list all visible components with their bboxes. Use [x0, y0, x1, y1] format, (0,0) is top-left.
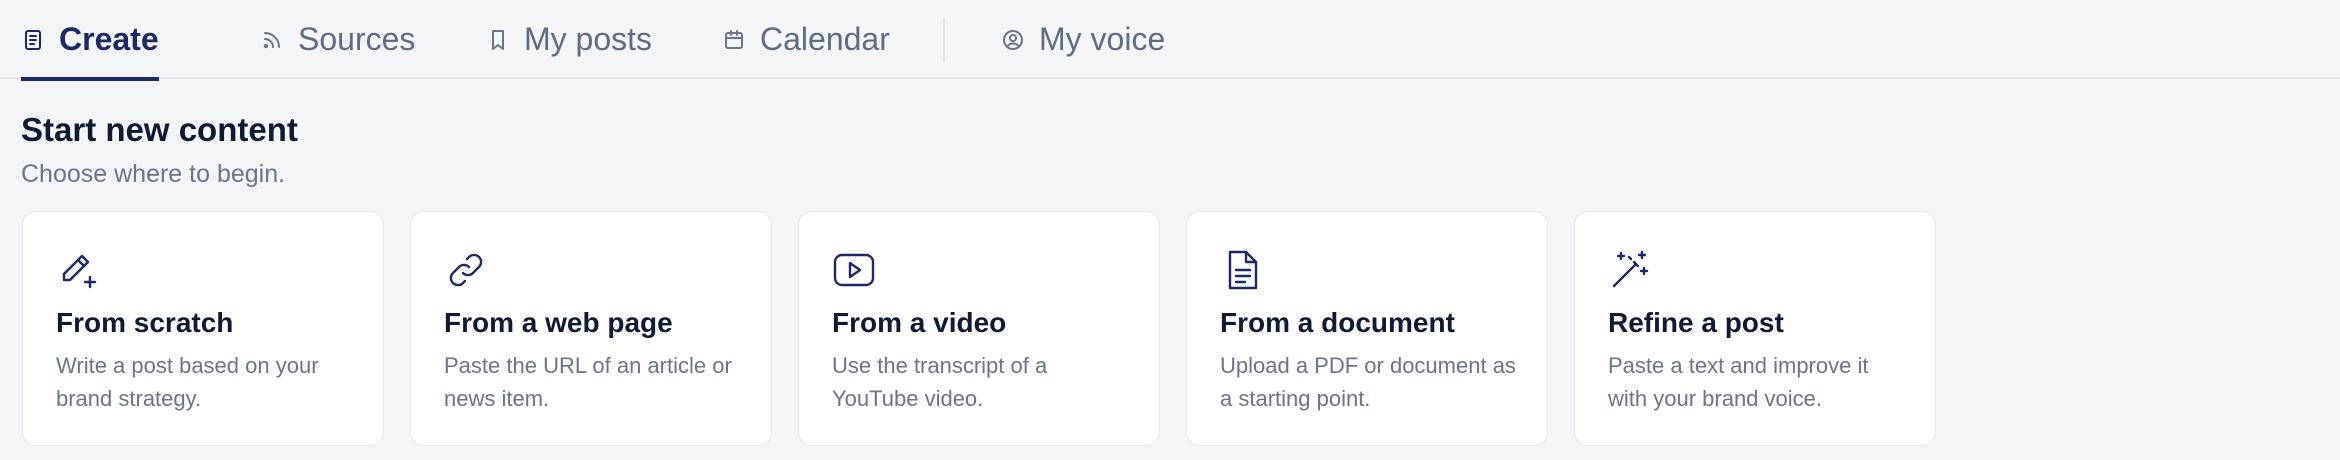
document-icon	[25, 29, 41, 50]
calendar-icon	[725, 29, 743, 49]
tab-label: Calendar	[760, 21, 890, 57]
user-circle-icon	[1003, 29, 1023, 50]
card-title: From a video	[832, 307, 1007, 338]
card-description: Use the transcript of a YouTube video.	[832, 353, 1048, 411]
link-icon	[444, 248, 488, 292]
tab-divider	[943, 18, 945, 62]
tab-calendar[interactable]: Calendar	[722, 0, 890, 79]
tab-label: Create	[59, 21, 159, 57]
section-subtitle: Choose where to begin.	[21, 160, 286, 188]
pencil-plus-icon	[56, 248, 100, 292]
card-title: From a web page	[444, 307, 673, 338]
card-from-scratch[interactable]: From scratch Write a post based on your …	[22, 211, 384, 446]
tab-label: Sources	[298, 21, 416, 57]
file-text-icon	[1220, 248, 1264, 292]
tab-label: My voice	[1039, 21, 1166, 57]
tab-my-voice[interactable]: My voice	[1001, 0, 1165, 79]
section-title: Start new content	[21, 111, 298, 148]
card-description: Upload a PDF or document as a starting p…	[1220, 353, 1516, 411]
card-title: From a document	[1220, 307, 1455, 338]
tab-label: My posts	[524, 21, 653, 57]
card-title: Refine a post	[1608, 307, 1784, 338]
card-from-video[interactable]: From a video Use the transcript of a You…	[798, 211, 1160, 446]
card-description: Paste the URL of an article or news item…	[444, 353, 732, 411]
tab-bar: Create Sources My posts Calendar My voic…	[0, 0, 2340, 81]
card-from-document[interactable]: From a document Upload a PDF or document…	[1186, 211, 1548, 446]
card-title: From scratch	[56, 307, 234, 338]
video-play-icon	[832, 248, 876, 292]
card-refine-post[interactable]: Refine a post Paste a text and improve i…	[1574, 211, 1936, 446]
card-from-web-page[interactable]: From a web page Paste the URL of an arti…	[410, 211, 772, 446]
tab-my-posts[interactable]: My posts	[486, 0, 652, 79]
tab-create[interactable]: Create	[21, 0, 159, 81]
tab-sources[interactable]: Sources	[260, 0, 415, 79]
bookmark-icon	[492, 29, 504, 50]
active-tab-indicator	[21, 77, 159, 81]
rss-icon	[263, 31, 280, 48]
card-description: Paste a text and improve it with your br…	[1608, 353, 1869, 411]
card-description: Write a post based on your brand strateg…	[56, 353, 319, 411]
magic-wand-icon	[1608, 248, 1652, 292]
